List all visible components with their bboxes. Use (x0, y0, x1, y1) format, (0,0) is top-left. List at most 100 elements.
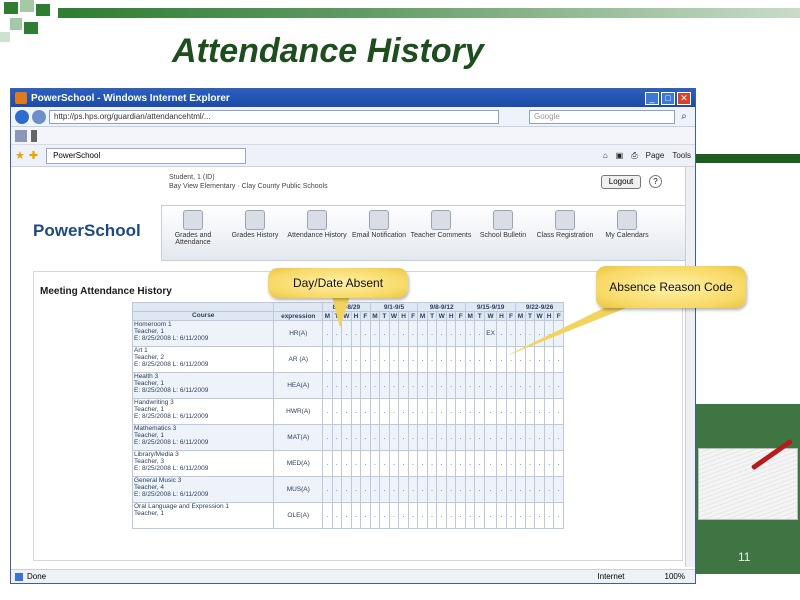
back-button[interactable] (15, 109, 29, 124)
attendance-cell: . (464, 424, 476, 451)
attendance-cell: . (322, 502, 333, 529)
tools-menu[interactable]: Tools (672, 151, 691, 161)
attendance-cell: . (474, 398, 485, 425)
attendance-cell: . (426, 372, 438, 399)
course-name: Library/Media 3 (134, 451, 179, 458)
absence-code-cell[interactable]: EX (483, 320, 498, 347)
forward-button[interactable] (32, 109, 46, 124)
logout-button[interactable]: Logout (601, 175, 641, 189)
attendance-cell: . (360, 346, 371, 373)
attendance-cell: . (505, 450, 517, 477)
attendance-cell: . (331, 398, 343, 425)
page-menu[interactable]: Page (646, 151, 665, 161)
attendance-cell: . (455, 346, 466, 373)
course-cell: Library/Media 3 Teacher, 3 E: 8/25/2008 L:… (131, 450, 275, 477)
expression-cell[interactable]: HR(A) (273, 320, 324, 347)
attendance-cell: . (534, 320, 545, 347)
attendance-cell: . (543, 320, 555, 347)
url-input[interactable]: http://ps.hps.org/guardian/attendancehtm… (49, 109, 499, 124)
attendance-cell: . (407, 320, 419, 347)
paper-photo (698, 448, 798, 520)
nav-school-bulletin[interactable]: School Bulletin (472, 206, 534, 260)
attendance-cell: . (331, 476, 343, 503)
expression-cell[interactable]: AR (A) (273, 346, 324, 373)
vertical-scrollbar[interactable] (685, 167, 695, 567)
day-header: W (436, 311, 447, 321)
attendance-cell: . (543, 346, 555, 373)
attendance-cell: . (543, 502, 555, 529)
attendance-cell: . (515, 450, 526, 477)
callout-absence-reason: Absence Reason Code (596, 266, 746, 308)
attendance-cell: . (331, 372, 343, 399)
expression-cell[interactable]: MUS(A) (273, 476, 324, 503)
attendance-cell: . (436, 320, 447, 347)
minimize-button[interactable]: _ (645, 91, 659, 105)
day-header: M (515, 311, 526, 321)
attendance-cell: . (445, 320, 457, 347)
slide: Attendance History 11 PowerSchool - Wind… (0, 0, 800, 600)
expression-cell[interactable]: OLE(A) (273, 502, 324, 529)
attendance-cell: . (379, 372, 390, 399)
page-content: Student, 1 (ID) Bay View Elementary · Cl… (11, 167, 695, 567)
nav-grades-attendance[interactable]: Grades and Attendance (162, 206, 224, 260)
attendance-cell: . (436, 372, 447, 399)
add-favorite-icon[interactable]: ✚ (29, 149, 38, 162)
attendance-cell: . (534, 476, 545, 503)
home-icon[interactable]: ⌂ (603, 151, 608, 161)
attendance-icon (307, 210, 327, 230)
attendance-cell: . (505, 424, 517, 451)
favorites-row: ★ ✚ PowerSchool ⌂ ▣ ⎙ Page Tools (11, 145, 695, 167)
nav-email-notification[interactable]: Email Notification (348, 206, 410, 260)
attendance-cell: . (369, 502, 381, 529)
nav-grades-history[interactable]: Grades History (224, 206, 286, 260)
day-header: F (455, 311, 466, 321)
help-icon[interactable]: ? (649, 175, 662, 188)
attendance-cell: . (436, 424, 447, 451)
expression-cell[interactable]: MAT(A) (273, 424, 324, 451)
expression-cell[interactable]: MED(A) (273, 450, 324, 477)
favorites-star-icon[interactable]: ★ (15, 149, 25, 162)
close-button[interactable]: ✕ (677, 91, 691, 105)
print-icon[interactable]: ⎙ (631, 151, 637, 161)
teacher-name: Teacher, 2 (134, 354, 164, 361)
attendance-cell: . (322, 424, 333, 451)
course-name: Handwriting 3 (134, 399, 174, 406)
attendance-cell: . (426, 346, 438, 373)
nav-my-calendars[interactable]: My Calendars (596, 206, 658, 260)
attendance-cell: . (322, 346, 333, 373)
course-name: Art 1 (134, 347, 148, 354)
attendance-cell: . (331, 502, 343, 529)
nav-class-registration[interactable]: Class Registration (534, 206, 596, 260)
nav-teacher-comments[interactable]: Teacher Comments (410, 206, 472, 260)
attendance-cell: . (426, 424, 438, 451)
email-icon (369, 210, 389, 230)
nav-attendance-history[interactable]: Attendance History (286, 206, 348, 260)
tab-powerschool[interactable]: PowerSchool (46, 147, 247, 164)
search-input[interactable]: Google (529, 109, 675, 124)
expression-cell[interactable]: HEA(A) (273, 372, 324, 399)
status-text: Done (27, 572, 47, 581)
menu-row (11, 127, 695, 145)
attendance-cell: . (553, 476, 564, 503)
attendance-cell: . (445, 346, 457, 373)
page-icon[interactable] (15, 129, 27, 142)
decor-square (4, 2, 18, 14)
search-icon[interactable]: ⌕ (677, 110, 691, 124)
day-header: F (360, 311, 371, 321)
attendance-cell: . (464, 320, 476, 347)
course-header: Course (131, 311, 275, 321)
table-row: General Music 3 Teacher, 4 E: 8/25/2008 L:… (131, 476, 564, 503)
attendance-cell: . (515, 424, 526, 451)
attendance-cell: . (341, 372, 352, 399)
attendance-cell: . (360, 372, 371, 399)
attendance-cell: . (524, 398, 536, 425)
teacher-name: Teacher, 1 (134, 510, 164, 517)
maximize-button[interactable]: □ (661, 91, 675, 105)
attendance-cell: . (483, 450, 498, 477)
enroll-dates: E: 8/25/2008 L: 6/11/2009 (134, 491, 209, 498)
dropdown-icon[interactable] (31, 129, 37, 142)
feeds-icon[interactable]: ▣ (616, 151, 624, 161)
zoom-level[interactable]: 100% (665, 572, 685, 581)
attendance-cell: . (398, 424, 409, 451)
expression-cell[interactable]: HWR(A) (273, 398, 324, 425)
